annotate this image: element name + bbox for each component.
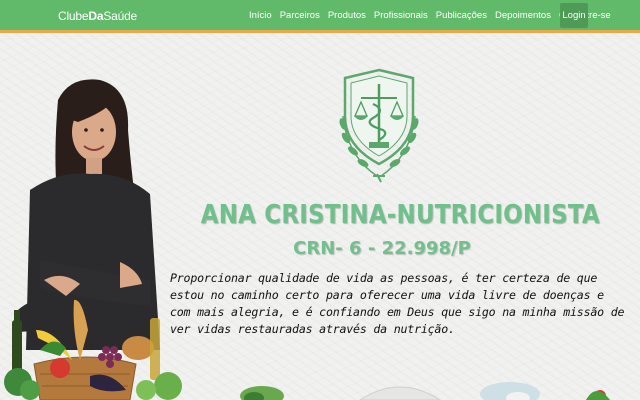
top-navbar: ClubeDaSaúde Início Parceiros Produtos P… xyxy=(0,0,640,33)
brand-prefix: Clube xyxy=(58,9,89,23)
brand-logo[interactable]: ClubeDaSaúde xyxy=(58,9,137,23)
login-button[interactable]: Login xyxy=(560,3,588,28)
healthy-food-basket-image xyxy=(4,299,182,400)
page-title: ANA CRISTINA-NUTRICIONISTA xyxy=(200,200,600,230)
nav-item-inicio[interactable]: Início xyxy=(249,10,272,21)
bottom-decorative-strip xyxy=(240,382,610,400)
mission-statement: Proporcionar qualidade de vida as pessoa… xyxy=(170,271,625,336)
nav-item-publicacoes[interactable]: Publicações xyxy=(436,10,487,21)
nutrition-scale-caduceus-emblem-icon xyxy=(339,68,419,183)
nav-item-parceiros[interactable]: Parceiros xyxy=(280,10,320,21)
nav-item-produtos[interactable]: Produtos xyxy=(328,10,366,21)
brand-bold: Da xyxy=(88,9,104,23)
nav-item-depoimentos[interactable]: Depoimentos xyxy=(495,10,551,21)
registration-number: CRN- 6 - 22.998/P xyxy=(293,238,471,259)
brand-suffix: Saúde xyxy=(103,9,138,23)
nav-item-profissionais[interactable]: Profissionais xyxy=(374,10,428,21)
